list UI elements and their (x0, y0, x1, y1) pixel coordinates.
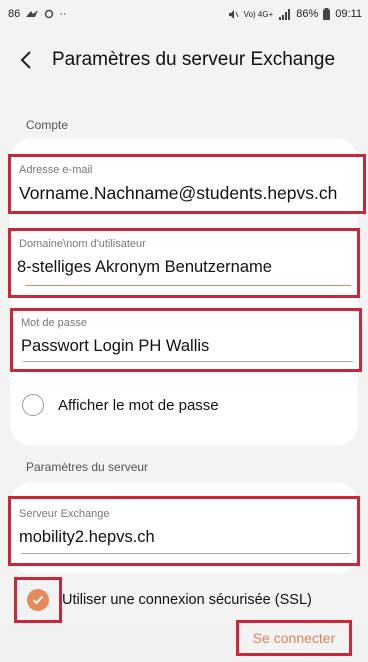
section-label-account: Compte (26, 118, 69, 132)
sync-icon (45, 9, 54, 19)
email-field-value[interactable]: Vorname.Nachname@students.hepvs.ch (19, 183, 337, 204)
clock: 09:11 (335, 8, 362, 20)
password-underline (23, 361, 353, 362)
ssl-label[interactable]: Utiliser une connexion sécurisée (SSL) (62, 592, 312, 608)
username-field[interactable]: Domaine\nom d'utilisateur 8-stelliges Ak… (8, 228, 360, 298)
back-button[interactable] (0, 36, 52, 84)
app-bar: Paramètres du serveur Exchange (0, 36, 368, 84)
server-field[interactable]: Serveur Exchange mobility2.hepvs.ch (8, 496, 360, 566)
username-underline (25, 285, 351, 286)
server-field-label: Serveur Exchange (19, 508, 110, 520)
chevron-left-icon (20, 51, 31, 69)
network-label: Vo) 4G+ (243, 9, 274, 19)
section-label-server: Paramètres du serveur (26, 460, 149, 474)
battery-icon (323, 8, 331, 20)
connect-button[interactable]: Se connecter (236, 620, 352, 656)
check-icon (27, 589, 49, 611)
email-field-label: Adresse e-mail (19, 164, 93, 176)
screen: 86 ·· Vo) 4G+ 86% 09:11 Paramètres du se… (0, 0, 368, 662)
status-left: 86 ·· (8, 8, 67, 20)
password-field[interactable]: Mot de passe Passwort Login PH Wallis (10, 308, 362, 372)
radio-unchecked-icon[interactable] (22, 394, 44, 416)
password-field-label: Mot de passe (21, 317, 88, 329)
show-password-label: Afficher le mot de passe (58, 396, 219, 414)
signal-icon (279, 8, 291, 20)
server-field-value[interactable]: mobility2.hepvs.ch (19, 528, 155, 547)
username-field-value[interactable]: 8-stelliges Akronym Benutzername (17, 258, 272, 277)
username-field-label: Domaine\nom d'utilisateur (19, 238, 146, 250)
status-indicator: 86 (8, 8, 21, 20)
status-right: Vo) 4G+ 86% 09:11 (228, 8, 362, 20)
status-bar: 86 ·· Vo) 4G+ 86% 09:11 (0, 0, 368, 28)
battery-percent: 86% (296, 8, 319, 20)
password-field-value[interactable]: Passwort Login PH Wallis (21, 337, 209, 356)
email-field[interactable]: Adresse e-mail Vorname.Nachname@students… (8, 154, 366, 214)
show-password-toggle[interactable]: Afficher le mot de passe (22, 394, 219, 416)
status-dots: ·· (59, 8, 67, 20)
server-underline (21, 553, 351, 554)
mute-icon (228, 9, 239, 19)
ssl-checkbox[interactable] (14, 577, 62, 623)
bird-icon (26, 10, 39, 17)
page-title: Paramètres du serveur Exchange (52, 49, 336, 70)
